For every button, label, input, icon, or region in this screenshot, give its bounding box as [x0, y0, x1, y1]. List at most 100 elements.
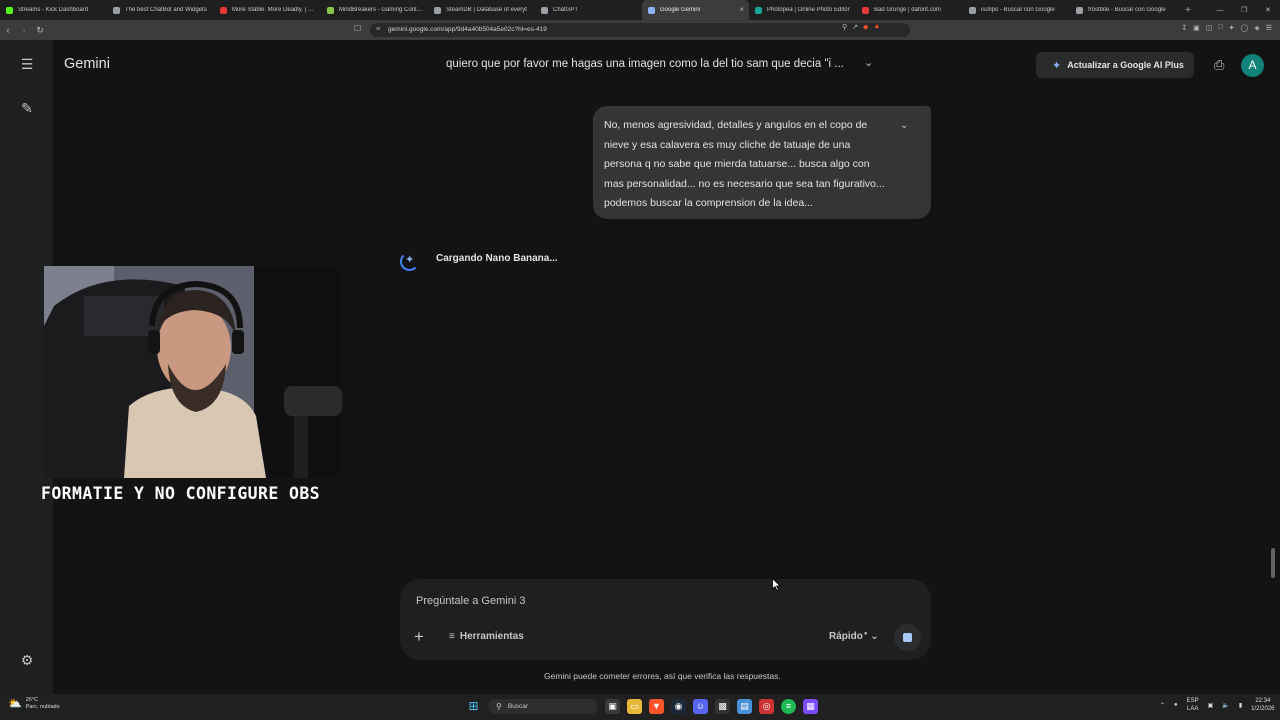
steam-icon[interactable]: ◉ — [671, 699, 686, 714]
url-text: gemini.google.com/app/9d4a40b504a5e02c?h… — [388, 26, 547, 33]
language-indicator[interactable]: ESP LAA — [1187, 697, 1199, 713]
extensions-area: ↧ ▣ ◫ □ ✦ ◯ ◈ ☰ — [1181, 24, 1272, 32]
file-explorer-icon[interactable]: ▭ — [627, 699, 642, 714]
chevron-down-icon[interactable]: ⌄ — [864, 56, 873, 69]
volume-icon[interactable]: 🔈 — [1222, 702, 1229, 709]
minimize-icon[interactable]: — — [1208, 7, 1232, 14]
browser-tab[interactable]: Google Gemini × — [642, 0, 749, 20]
back-icon[interactable]: ‹ — [0, 25, 16, 35]
site-info-icon[interactable]: ≡ — [376, 23, 380, 37]
browser-tab-strip: Streams - Kick Dashboard The best ChatBot… — [0, 0, 1280, 20]
tab-title: Streams - Kick Dashboard — [18, 7, 89, 13]
upgrade-label: Actualizar a Google AI Plus — [1067, 60, 1184, 70]
settings-gear-icon[interactable]: ⚙ — [18, 652, 36, 669]
browser-tab[interactable]: ChatGPT — [535, 0, 642, 20]
mode-indicator-dot: ● — [863, 631, 868, 637]
tab-title: ChatGPT — [553, 7, 579, 13]
browser-tab[interactable]: isotipo - Buscar con Google — [963, 0, 1070, 20]
tab-title: Photopea | Online Photo Editor — [767, 7, 850, 13]
mic-icon[interactable]: ● — [1174, 702, 1178, 708]
browser-tab[interactable]: Photopea | Online Photo Editor — [749, 0, 856, 20]
new-tab-button[interactable]: + — [1185, 5, 1191, 16]
bookmark-icon[interactable]: ☐ — [354, 24, 361, 33]
avatar[interactable]: A — [1241, 54, 1264, 77]
search-icon: ⚲ — [496, 702, 502, 711]
vpn-icon[interactable]: ◯ — [1240, 24, 1248, 32]
screenshot-icon[interactable]: ▣ — [1193, 24, 1200, 32]
downloads-icon[interactable]: ↧ — [1181, 24, 1187, 32]
restore-icon[interactable]: ❐ — [1232, 6, 1256, 14]
spotify-icon[interactable]: ≡ — [781, 699, 796, 714]
hamburger-menu-icon[interactable]: ☰ — [18, 56, 36, 73]
tools-button[interactable]: ≡ Herramientas — [449, 631, 524, 642]
task-view-icon[interactable]: ▣ — [605, 699, 620, 714]
grid-app-icon[interactable]: ▦ — [803, 699, 818, 714]
share-icon[interactable]: ↗ — [852, 23, 858, 31]
tab-favicon-icon — [1076, 6, 1083, 14]
browser-tab[interactable]: The best ChatBot and Widgets — [107, 0, 214, 20]
browser-tab[interactable]: Bad Grunge | dafont.com — [856, 0, 963, 20]
document-app-icon[interactable]: ▤ — [737, 699, 752, 714]
stop-generation-button[interactable] — [894, 624, 921, 651]
battery-icon[interactable]: ▮ — [1239, 702, 1242, 709]
disclaimer-text: Gemini puede cometer errores, así que ve… — [544, 671, 781, 681]
prompt-input[interactable]: Pregúntale a Gemini 3 — [416, 595, 525, 607]
app-title[interactable]: Gemini — [64, 56, 110, 72]
discord-icon[interactable]: ☺ — [693, 699, 708, 714]
expand-message-chevron-icon[interactable]: ⌄ — [900, 120, 908, 131]
shield-icon[interactable]: ◈ — [1254, 24, 1259, 32]
webcam-image — [44, 266, 342, 478]
prompt-input-box[interactable] — [400, 579, 931, 660]
mode-chevron-icon: ⌄ — [870, 631, 879, 642]
menu-icon[interactable]: ☰ — [1266, 24, 1272, 32]
tools-label: Herramientas — [459, 631, 524, 642]
browser-tab[interactable]: MindBreakers - Gaming Conten — [321, 0, 428, 20]
wallet-icon[interactable]: □ — [1218, 24, 1222, 32]
network-icon[interactable]: ▣ — [1208, 702, 1214, 709]
url-field[interactable]: ≡ gemini.google.com/app/9d4a40b504a5e02c… — [370, 23, 910, 37]
mouse-cursor-icon — [772, 578, 781, 591]
browser-tab[interactable]: More Stable. More Deadly. | 0... — [214, 0, 321, 20]
windows-start-icon[interactable]: ⊞ — [466, 699, 481, 714]
brave-browser-icon[interactable]: ▼ — [649, 699, 664, 714]
brave-rewards-icon[interactable]: ▲ — [873, 23, 880, 31]
tab-favicon-icon — [541, 6, 548, 14]
upgrade-button[interactable]: ✦ Actualizar a Google AI Plus — [1036, 52, 1194, 78]
browser-tab[interactable]: frostbite - Buscar con Google — [1070, 0, 1177, 20]
gemini-sparkle-icon: ✦ — [405, 254, 415, 266]
add-attachment-icon[interactable]: + — [414, 627, 424, 647]
forward-icon[interactable]: › — [16, 25, 32, 35]
gamepad-icon[interactable]: ▩ — [715, 699, 730, 714]
new-chat-icon[interactable]: ✎ — [18, 100, 36, 117]
weather-temp: 26°C — [25, 697, 38, 703]
conversation-title[interactable]: quiero que por favor me hagas una imagen… — [446, 58, 844, 70]
browser-tab[interactable]: Streams - Kick Dashboard — [0, 0, 107, 20]
clock-date: 1/2/2026 — [1251, 706, 1275, 712]
stop-icon — [903, 633, 912, 642]
tray-overflow-icon[interactable]: ⌃ — [1160, 702, 1165, 709]
tab-favicon-icon — [6, 6, 13, 14]
sidebar-toggle-icon[interactable]: ◫ — [1206, 24, 1213, 32]
browser-tab[interactable]: SteamDB | Database of everyt — [428, 0, 535, 20]
language-code: ESP — [1186, 698, 1199, 704]
stream-overlay-text: FORMATIE Y NO CONFIGURE OBS — [41, 484, 321, 503]
windows-taskbar: ⛅ 26°C Parc. nublado ⊞ ⚲ Buscar ▣ ▭ ▼ ◉ … — [0, 694, 1280, 720]
sparkle-icon: ✦ — [1052, 59, 1062, 72]
close-tab-icon[interactable]: × — [739, 5, 744, 15]
weather-widget[interactable]: ⛅ 26°C Parc. nublado — [8, 697, 60, 711]
reload-icon[interactable]: ↻ — [32, 25, 48, 36]
print-icon[interactable]: ⎙ — [1214, 57, 1224, 73]
url-actions: ⚲ ↗ ◆ ▲ — [842, 23, 880, 31]
brave-shields-icon[interactable]: ◆ — [863, 23, 868, 31]
obs-icon[interactable]: ◎ — [759, 699, 774, 714]
tab-favicon-icon — [755, 6, 762, 14]
taskbar-search[interactable]: ⚲ Buscar — [488, 699, 598, 714]
taskbar-clock[interactable]: 22:34 1/2/2026 — [1251, 697, 1274, 713]
scrollbar-thumb[interactable] — [1271, 548, 1275, 578]
model-mode-selector[interactable]: Rápido● ⌄ — [829, 631, 879, 642]
close-window-icon[interactable]: ✕ — [1256, 6, 1280, 14]
extensions-icon[interactable]: ✦ — [1229, 24, 1235, 32]
zoom-icon[interactable]: ⚲ — [842, 23, 847, 31]
tab-favicon-icon — [434, 6, 441, 14]
tab-title: The best ChatBot and Widgets — [125, 7, 207, 13]
